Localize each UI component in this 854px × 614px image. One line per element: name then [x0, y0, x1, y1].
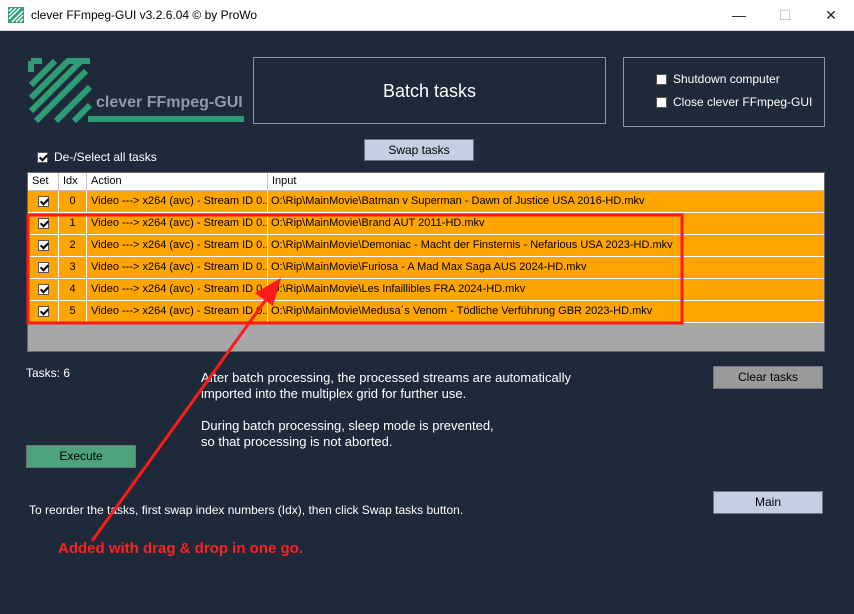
- set-cell[interactable]: [28, 235, 59, 256]
- row-checkbox[interactable]: [38, 196, 49, 207]
- input-cell[interactable]: O:\Rip\MainMovie\Medusa´s Venom - Tödlic…: [268, 301, 824, 322]
- grid-header: Set Idx Action Input: [28, 173, 824, 191]
- action-cell[interactable]: Video ---> x264 (avc) - Stream ID 0...: [87, 235, 268, 256]
- tasks-label: Tasks:: [26, 366, 61, 380]
- options-panel: Shutdown computer Close clever FFmpeg-GU…: [623, 57, 825, 127]
- info-line: During batch processing, sleep mode is p…: [201, 418, 494, 433]
- swap-tasks-button[interactable]: Swap tasks: [364, 139, 474, 161]
- info-line: After batch processing, the processed st…: [201, 370, 571, 385]
- select-all-label: De-/Select all tasks: [54, 150, 157, 164]
- input-cell[interactable]: O:\Rip\MainMovie\Furiosa - A Mad Max Sag…: [268, 257, 824, 278]
- select-all-checkbox[interactable]: [37, 151, 48, 163]
- close-app-option[interactable]: Close clever FFmpeg-GUI: [656, 95, 812, 109]
- close-app-checkbox[interactable]: [656, 96, 667, 108]
- app-window: clever FFmpeg-GUI v3.2.6.04 © by ProWo —…: [0, 0, 854, 614]
- action-cell[interactable]: Video ---> x264 (avc) - Stream ID 0...: [87, 257, 268, 278]
- info-line: imported into the multiplex grid for fur…: [201, 386, 467, 401]
- action-cell[interactable]: Video ---> x264 (avc) - Stream ID 0...: [87, 191, 268, 212]
- info-line: so that processing is not aborted.: [201, 434, 393, 449]
- set-cell[interactable]: [28, 301, 59, 322]
- idx-cell[interactable]: 5: [59, 301, 87, 322]
- close-app-label: Close clever FFmpeg-GUI: [673, 95, 813, 109]
- idx-cell[interactable]: 1: [59, 213, 87, 234]
- reorder-hint: To reorder the tasks, first swap index n…: [29, 503, 464, 517]
- main-button[interactable]: Main: [713, 491, 823, 514]
- app-logo-icon: [8, 7, 24, 23]
- set-cell[interactable]: [28, 257, 59, 278]
- tasks-count: Tasks: 6: [26, 366, 70, 380]
- execute-button[interactable]: Execute: [26, 445, 136, 468]
- idx-cell[interactable]: 3: [59, 257, 87, 278]
- ffmpeg-logo-icon: [28, 58, 244, 124]
- column-header-idx[interactable]: Idx: [59, 173, 87, 190]
- close-button[interactable]: ✕: [808, 0, 854, 30]
- input-cell[interactable]: O:\Rip\MainMovie\Les Infaillibles FRA 20…: [268, 279, 824, 300]
- column-header-action[interactable]: Action: [87, 173, 268, 190]
- table-row[interactable]: 4 Video ---> x264 (avc) - Stream ID 0...…: [28, 279, 824, 301]
- action-cell[interactable]: Video ---> x264 (avc) - Stream ID 0...: [87, 301, 268, 322]
- idx-cell[interactable]: 2: [59, 235, 87, 256]
- tasks-value: 6: [63, 366, 71, 380]
- shutdown-option[interactable]: Shutdown computer: [656, 72, 780, 86]
- input-cell[interactable]: O:\Rip\MainMovie\Brand AUT 2011-HD.mkv: [268, 213, 824, 234]
- column-header-set[interactable]: Set: [28, 173, 59, 190]
- table-row[interactable]: 5 Video ---> x264 (avc) - Stream ID 0...…: [28, 301, 824, 323]
- input-cell[interactable]: O:\Rip\MainMovie\Batman v Superman - Daw…: [268, 191, 824, 212]
- idx-cell[interactable]: 4: [59, 279, 87, 300]
- page-title: Batch tasks: [382, 81, 477, 101]
- minimize-button[interactable]: —: [716, 0, 762, 30]
- row-checkbox[interactable]: [38, 240, 49, 251]
- idx-cell[interactable]: 0: [59, 191, 87, 212]
- select-all-option[interactable]: De-/Select all tasks: [37, 150, 157, 164]
- title-bar: clever FFmpeg-GUI v3.2.6.04 © by ProWo —…: [0, 0, 854, 31]
- shutdown-checkbox[interactable]: [656, 73, 667, 85]
- maximize-button: ☐: [778, 7, 792, 23]
- table-row[interactable]: 3 Video ---> x264 (avc) - Stream ID 0...…: [28, 257, 824, 279]
- action-cell[interactable]: Video ---> x264 (avc) - Stream ID 0...: [87, 279, 268, 300]
- table-row[interactable]: 1 Video ---> x264 (avc) - Stream ID 0...…: [28, 213, 824, 235]
- annotation-text: Added with drag & drop in one go.: [58, 540, 303, 557]
- clear-tasks-button[interactable]: Clear tasks: [713, 366, 823, 389]
- window-title: clever FFmpeg-GUI v3.2.6.04 © by ProWo: [31, 8, 258, 22]
- set-cell[interactable]: [28, 279, 59, 300]
- table-row[interactable]: 2 Video ---> x264 (avc) - Stream ID 0...…: [28, 235, 824, 257]
- logo-text: clever FFmpeg-GUI: [96, 94, 243, 111]
- table-row[interactable]: 0 Video ---> x264 (avc) - Stream ID 0...…: [28, 191, 824, 213]
- action-cell[interactable]: Video ---> x264 (avc) - Stream ID 0...: [87, 213, 268, 234]
- row-checkbox[interactable]: [38, 218, 49, 229]
- header-panel: Batch tasks: [253, 57, 606, 124]
- set-cell[interactable]: [28, 191, 59, 212]
- info-text: After batch processing, the processed st…: [201, 370, 571, 450]
- row-checkbox[interactable]: [38, 262, 49, 273]
- row-checkbox[interactable]: [38, 306, 49, 317]
- shutdown-label: Shutdown computer: [673, 72, 780, 86]
- batch-task-grid: Set Idx Action Input 0 Video ---> x264 (…: [27, 172, 825, 352]
- input-cell[interactable]: O:\Rip\MainMovie\Demoniac - Macht der Fi…: [268, 235, 824, 256]
- set-cell[interactable]: [28, 213, 59, 234]
- column-header-input[interactable]: Input: [268, 173, 824, 190]
- row-checkbox[interactable]: [38, 284, 49, 295]
